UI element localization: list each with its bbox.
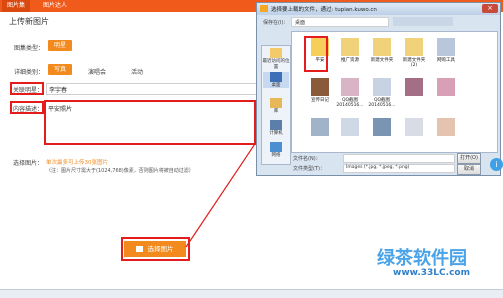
file-item[interactable]: 新建文件夹(2) xyxy=(400,38,428,69)
view-toolbar[interactable] xyxy=(393,17,453,26)
file-item[interactable] xyxy=(432,78,460,109)
file-item[interactable]: 推广资源 xyxy=(336,38,364,69)
image-thumbnail xyxy=(311,78,329,96)
place-network-label: 网络 xyxy=(271,153,281,158)
place-computer-label: 计算机 xyxy=(269,131,283,136)
place-library-label: 库 xyxy=(273,109,279,114)
close-icon[interactable]: × xyxy=(482,4,498,13)
image-thumbnail xyxy=(437,78,455,96)
image-thumbnail xyxy=(437,118,455,136)
selected-folder-highlight xyxy=(304,36,328,72)
file-name: QQ截图20140516... xyxy=(368,98,396,108)
file-item[interactable] xyxy=(400,78,428,109)
filetype-value: Images (*.jpg, *.jpeg, *.png) xyxy=(346,165,410,170)
place-network[interactable]: 网络 xyxy=(262,142,290,158)
file-item[interactable] xyxy=(400,118,428,149)
watermark-url: www.33LC.com xyxy=(393,268,470,278)
file-name: QQ截图20140516... xyxy=(336,98,364,108)
folder-icon xyxy=(373,38,391,56)
cancel-button[interactable]: 取消 xyxy=(457,164,481,175)
folder-icon xyxy=(341,38,359,56)
look-in-value: 桌面 xyxy=(295,20,306,26)
file-item[interactable]: QQ截图20140516... xyxy=(368,78,396,109)
place-desktop-label: 桌面 xyxy=(271,83,281,88)
places-sidebar: 最近访问的位置 桌面 库 计算机 网络 xyxy=(261,45,291,165)
file-open-dialog: 选择要上载的文件，通过: tupian.kuwo.cn × 保存在(I)： 桌面… xyxy=(256,2,501,176)
place-library[interactable]: 库 xyxy=(262,98,290,114)
desktop-icon xyxy=(270,72,282,82)
file-item[interactable] xyxy=(336,118,364,149)
file-item[interactable]: 网购工具 xyxy=(432,38,460,69)
folder-icon xyxy=(405,38,423,56)
image-thumbnail xyxy=(373,78,391,96)
info-icon[interactable]: i xyxy=(490,158,503,171)
filetype-label: 文件类型(T)： xyxy=(293,166,325,172)
look-in-select[interactable]: 桌面 xyxy=(291,17,389,27)
image-thumbnail xyxy=(341,78,359,96)
folder-icon xyxy=(437,38,455,56)
image-thumbnail xyxy=(311,118,329,136)
place-computer[interactable]: 计算机 xyxy=(262,120,290,136)
file-item[interactable]: 新建文件夹 xyxy=(368,38,396,69)
file-name: 网购工具 xyxy=(437,58,455,63)
image-thumbnail xyxy=(373,118,391,136)
network-icon xyxy=(270,142,282,152)
computer-icon xyxy=(270,120,282,130)
dialog-titlebar: 选择要上载的文件，通过: tupian.kuwo.cn × xyxy=(257,3,500,15)
library-icon xyxy=(270,98,282,108)
filetype-select[interactable]: Images (*.jpg, *.jpeg, *.png) xyxy=(343,164,455,173)
recent-icon xyxy=(270,48,282,58)
filename-label: 文件名(N)： xyxy=(293,156,321,162)
open-button[interactable]: 打开(O) xyxy=(457,153,481,164)
file-name: 新建文件夹(2) xyxy=(402,58,426,68)
image-thumbnail xyxy=(341,118,359,136)
place-recent[interactable]: 最近访问的位置 xyxy=(262,48,290,70)
file-item[interactable] xyxy=(306,118,334,149)
image-thumbnail xyxy=(405,118,423,136)
browser-icon xyxy=(260,5,268,12)
watermark-text: 绿茶软件园 xyxy=(377,248,467,269)
image-thumbnail xyxy=(405,78,423,96)
place-recent-label: 最近访问的位置 xyxy=(262,59,290,70)
file-item[interactable]: 宣传日记 xyxy=(306,78,334,109)
file-list: 平安 推广资源 新建文件夹 新建文件夹(2) 网购工具 宣传日记 QQ截图201… xyxy=(291,31,498,153)
file-item[interactable]: QQ截图20140516... xyxy=(336,78,364,109)
file-name: 新建文件夹 xyxy=(370,58,394,63)
file-name: 推广资源 xyxy=(341,58,359,63)
place-desktop[interactable]: 桌面 xyxy=(263,72,289,88)
file-name: 宣传日记 xyxy=(311,98,329,103)
dialog-title: 选择要上载的文件，通过: tupian.kuwo.cn xyxy=(271,7,377,13)
file-item[interactable] xyxy=(432,118,460,149)
filename-input[interactable] xyxy=(343,154,455,163)
file-item[interactable] xyxy=(368,118,396,149)
look-in-label: 保存在(I)： xyxy=(263,20,289,26)
